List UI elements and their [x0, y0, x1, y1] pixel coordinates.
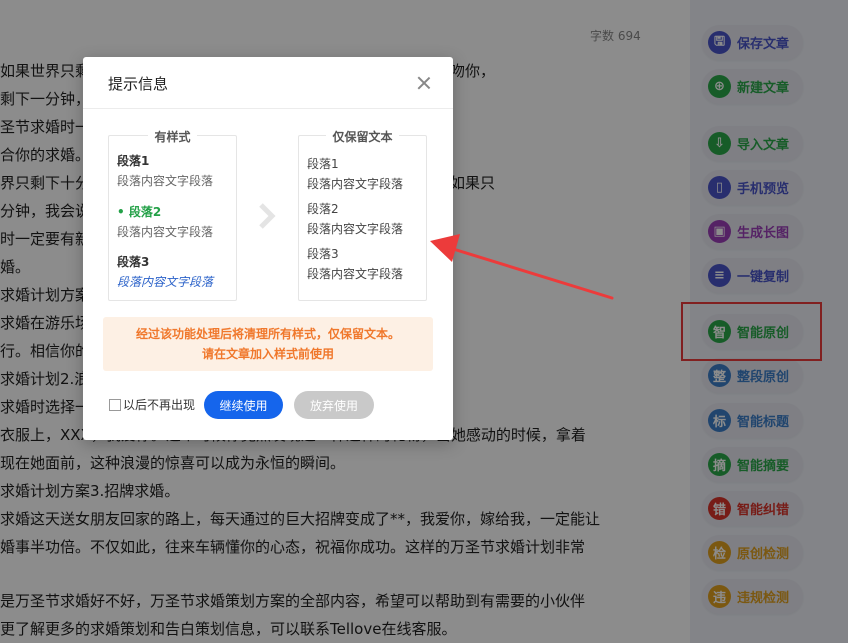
paragraph-heading: 段落1 [307, 157, 339, 171]
paragraph-text: 段落内容文字段落 [117, 174, 214, 188]
warning-notice: 经过该功能处理后将清理所有样式，仅保留文本。 请在文章加入样式前使用 [103, 317, 433, 371]
panel-title-styled: 有样式 [148, 130, 197, 144]
paragraph-text: 段落内容文字段落 [117, 225, 214, 239]
panel-title-plain: 仅保留文本 [326, 130, 399, 144]
dialog-title: 提示信息 [108, 75, 169, 93]
paragraph-text: 段落内容文字段落 [307, 267, 404, 281]
paragraph-heading: 段落3 [307, 247, 339, 261]
dialog-header: 提示信息 [83, 57, 453, 109]
paragraph-text: 段落内容文字段落 [307, 177, 404, 191]
notice-line: 请在文章加入样式前使用 [201, 347, 334, 361]
paragraph-heading: • 段落2 [117, 205, 162, 219]
paragraph-heading: 段落1 [117, 154, 150, 168]
dont-show-again[interactable]: 以后不再出现 [109, 396, 195, 413]
styled-preview-panel: 有样式 段落1 段落内容文字段落 • 段落2 段落内容文字段落 段落3 段落内容… [108, 130, 237, 301]
cancel-button[interactable]: 放弃使用 [294, 391, 374, 419]
plain-preview-panel: 仅保留文本 段落1 段落内容文字段落 段落2 段落内容文字段落 段落3 段落内容… [298, 130, 427, 301]
paragraph-text: 段落内容文字段落 [117, 275, 214, 289]
dont-show-checkbox[interactable] [109, 398, 121, 411]
info-dialog: 提示信息 有样式 段落1 段落内容文字段落 • 段落2 段落内容文字段落 段落3… [83, 57, 453, 440]
paragraph-heading: 段落2 [307, 202, 339, 216]
dont-show-label: 以后不再出现 [123, 398, 196, 412]
close-icon[interactable] [417, 76, 431, 90]
paragraph-heading: 段落3 [117, 255, 150, 269]
paragraph-text: 段落内容文字段落 [307, 222, 404, 236]
notice-line: 经过该功能处理后将清理所有样式，仅保留文本。 [135, 327, 400, 341]
continue-button[interactable]: 继续使用 [204, 391, 283, 419]
chevron-right-icon [259, 203, 276, 229]
